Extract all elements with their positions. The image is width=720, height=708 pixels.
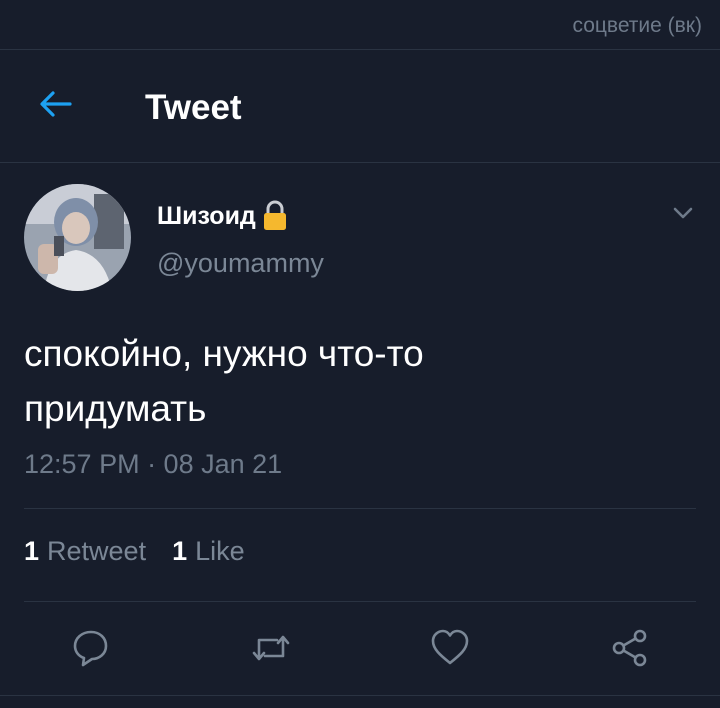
retweet-stat[interactable]: 1 Retweet: [24, 536, 146, 567]
divider: [0, 695, 720, 696]
divider: [0, 162, 720, 163]
page-title: Tweet: [145, 88, 242, 127]
retweet-count: 1: [24, 536, 40, 566]
like-button[interactable]: [430, 628, 470, 668]
chevron-down-icon: [673, 207, 693, 219]
author-handle: @youmammy: [157, 248, 324, 278]
like-stat[interactable]: 1 Like: [172, 536, 245, 567]
avatar-image: [24, 184, 131, 291]
like-count: 1: [172, 536, 188, 566]
tweet-text-line: спокойно, нужно что-то: [24, 333, 424, 374]
watermark: соцветие (вк): [572, 14, 702, 37]
author-name[interactable]: Шизоид: [157, 200, 290, 232]
lock-icon: [263, 200, 286, 230]
retweet-label: Retweet: [47, 536, 147, 566]
tweet-timestamp: 12:57 PM · 08 Jan 21: [24, 449, 283, 479]
divider: [24, 601, 696, 602]
retweet-button[interactable]: [251, 628, 291, 668]
tweet-screen: соцветие (вк) Tweet Шизоид @youmammy спо…: [0, 0, 720, 708]
author-name-text: Шизоид: [157, 201, 256, 230]
tweet-menu-button[interactable]: [670, 200, 696, 226]
tweet-text: спокойно, нужно что-то придумать: [24, 326, 684, 436]
heart-icon: [431, 629, 469, 665]
divider: [24, 508, 696, 509]
back-button[interactable]: [36, 84, 76, 124]
like-label: Like: [195, 536, 245, 566]
share-button[interactable]: [610, 628, 650, 668]
reply-icon: [73, 630, 108, 667]
header: Tweet: [0, 50, 720, 162]
retweet-icon: [252, 635, 290, 661]
arrow-left-icon: [40, 91, 72, 117]
reply-button[interactable]: [71, 628, 111, 668]
tweet-text-line: придумать: [24, 388, 207, 429]
avatar[interactable]: [24, 184, 131, 291]
action-bar: [0, 628, 720, 668]
share-icon: [612, 629, 647, 667]
tweet-stats: 1 Retweet 1 Like: [24, 536, 245, 567]
